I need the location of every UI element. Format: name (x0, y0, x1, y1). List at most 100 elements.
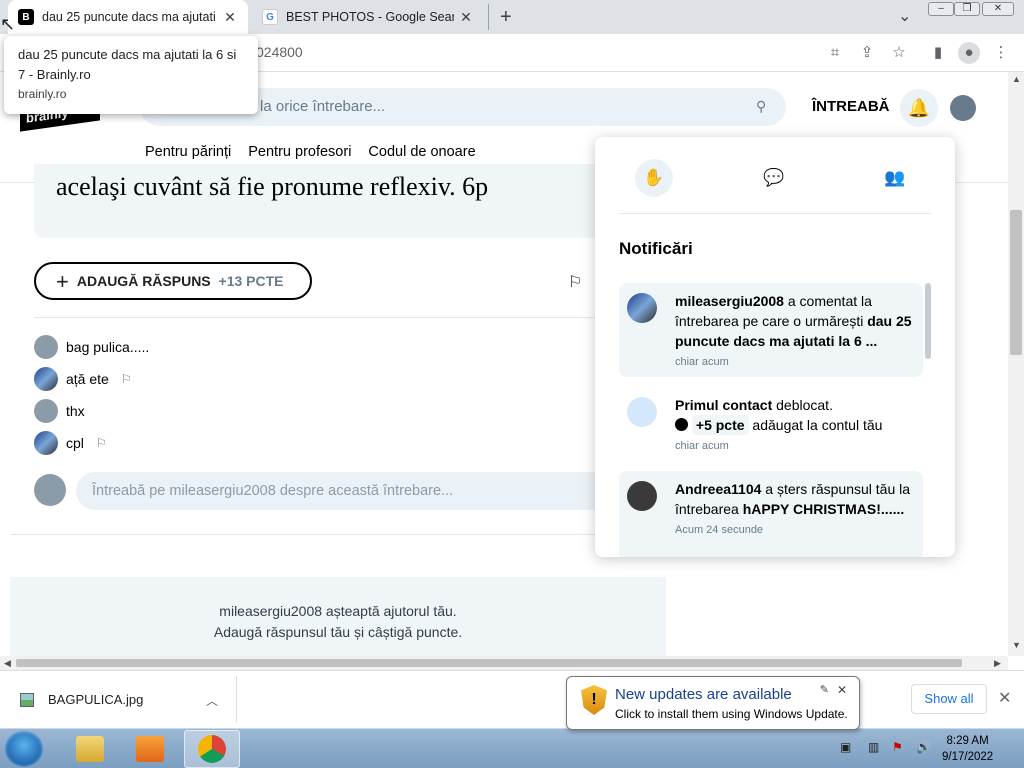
action-center-tray-icon[interactable]: ⚑ (892, 740, 903, 754)
vertical-scrollbar[interactable] (1008, 72, 1024, 656)
google-favicon-icon: G (262, 9, 278, 25)
tab-brainly[interactable]: B dau 25 puncute dacs ma ajutati la 6 si… (8, 0, 248, 34)
media-player-icon (136, 736, 164, 762)
notification-user: Primul contact (675, 397, 773, 413)
tab-friends-icon[interactable]: 👥 (876, 159, 914, 197)
volume-tray-icon[interactable]: 🔊 (916, 740, 931, 754)
report-flag-icon[interactable]: ⚐ (96, 436, 107, 450)
tab-title: dau 25 puncute dacs ma ajutati la 6 si 7… (42, 10, 218, 24)
tab-google-search[interactable]: G BEST PHOTOS - Google Search ✕ (252, 0, 484, 34)
close-tab-icon[interactable]: ✕ (458, 9, 474, 26)
notification-text: adăugat la contul tău (748, 417, 883, 433)
windows-update-tray-icon[interactable]: ▣ (840, 740, 851, 754)
image-file-icon (20, 692, 34, 707)
avatar (627, 481, 657, 511)
add-answer-button[interactable]: + ADAUGĂ RĂSPUNS +13 PCTE (34, 262, 312, 300)
tooltip-domain: brainly.ro (18, 87, 67, 101)
tab-search-icon[interactable]: ⌄ (898, 6, 911, 26)
balloon-options-icon[interactable]: ✎ (820, 683, 829, 696)
divider (236, 676, 237, 722)
chrome-taskbar-button[interactable] (184, 730, 240, 768)
windows-update-balloon[interactable]: ! New updates are available Click to ins… (566, 676, 860, 730)
vertical-scrollbar-thumb[interactable] (1010, 210, 1022, 355)
side-panel-icon[interactable]: ▮ (927, 42, 949, 64)
tab-notifications-feed-icon[interactable]: ✋ (635, 159, 673, 197)
avatar (34, 399, 58, 423)
notification-question: hAPPY CHRISTMAS!...... (742, 501, 905, 517)
waiting-for-answer-box: mileasergiu2008 așteaptă ajutorul tău. A… (10, 577, 666, 656)
notification-user: mileasergiu2008 (675, 293, 784, 309)
new-tab-button[interactable]: + (500, 6, 512, 29)
clock-time: 8:29 AM (946, 735, 989, 747)
question-text: acelaşi cuvânt să fie pronume reflexiv. … (56, 172, 489, 201)
report-flag-icon[interactable]: ⚐ (121, 372, 132, 386)
notification-time: chiar acum (675, 356, 729, 368)
nav-honor-code-link[interactable]: Codul de onoare (368, 144, 475, 160)
notifications-dropdown: ✋ 💬 👥 Notificări mileasergiu2008 a comen… (595, 137, 955, 557)
nav-parents-link[interactable]: Pentru părinți (145, 144, 231, 160)
scroll-down-arrow-icon[interactable]: ▼ (1012, 640, 1021, 650)
close-window-button[interactable]: ✕ (982, 2, 1014, 16)
notification-item[interactable]: Andreea1104 a șters răspunsul tău la înt… (619, 471, 923, 557)
explorer-taskbar-button[interactable] (62, 730, 118, 768)
show-all-downloads-button[interactable]: Show all (911, 684, 987, 714)
folder-icon (76, 736, 104, 762)
sub-navigation: Pentru părinți Pentru profesori Codul de… (145, 144, 476, 160)
scroll-up-arrow-icon[interactable]: ▲ (1012, 74, 1021, 84)
report-flag-icon[interactable]: ⚐ (568, 272, 582, 292)
warning-shield-icon: ! (581, 685, 607, 715)
download-bar (0, 670, 1024, 728)
network-tray-icon[interactable]: ▥ (868, 740, 879, 754)
scroll-left-arrow-icon[interactable]: ◀ (4, 658, 11, 669)
tab-messages-icon[interactable]: 💬 (755, 159, 793, 197)
comment-item: thx (34, 399, 85, 423)
address-bar[interactable]: 024800 (256, 44, 303, 60)
avatar (627, 293, 657, 323)
bookmark-star-icon[interactable]: ☆ (888, 42, 910, 64)
comment-input[interactable]: Întreabă pe mileasergiu2008 despre aceas… (76, 472, 616, 510)
download-item[interactable]: BAGPULICA.jpg (20, 692, 143, 707)
close-balloon-icon[interactable]: ✕ (837, 683, 847, 697)
chrome-icon (198, 735, 226, 763)
ask-question-link[interactable]: ÎNTREABĂ (812, 98, 890, 115)
avatar[interactable] (950, 95, 976, 121)
points-badge: +5 pcte (691, 415, 749, 435)
nav-teachers-link[interactable]: Pentru profesori (248, 144, 351, 160)
share-icon[interactable]: ⇪ (856, 42, 878, 64)
notification-item[interactable]: mileasergiu2008 a comentat la întrebarea… (619, 283, 923, 377)
plus-icon: + (56, 269, 69, 294)
notifications-bell-icon[interactable]: 🔔 (900, 89, 938, 127)
notification-time: Acum 24 secunde (675, 524, 764, 536)
tooltip-title: dau 25 puncute dacs ma ajutati la 6 si 7… (18, 47, 237, 82)
clock-date: 9/17/2022 (942, 751, 994, 763)
notification-item[interactable]: Primul contact deblocat. +5 pcte adăugat… (619, 387, 923, 457)
start-button[interactable] (4, 730, 44, 768)
notifications-scrollbar[interactable] (925, 283, 931, 359)
balloon-subtitle: Click to install them using Windows Upda… (615, 707, 848, 721)
system-clock[interactable]: 8:29 AM 9/17/2022 (942, 733, 993, 765)
media-player-taskbar-button[interactable] (122, 730, 178, 768)
notifications-title: Notificări (619, 239, 693, 258)
scroll-right-arrow-icon[interactable]: ▶ (994, 658, 1001, 669)
first-contact-badge-icon (627, 397, 657, 427)
divider (34, 317, 614, 318)
close-download-bar-icon[interactable]: ✕ (998, 688, 1011, 708)
notification-text: deblocat. (772, 397, 833, 413)
close-tab-icon[interactable]: ✕ (222, 9, 238, 26)
divider (10, 534, 620, 535)
divider (619, 213, 931, 214)
minimize-button[interactable]: – (928, 2, 954, 16)
download-filename: BAGPULICA.jpg (48, 692, 144, 707)
comment-text: bag pulica..... (66, 339, 150, 355)
translate-icon[interactable]: ⌗ (824, 42, 846, 64)
chevron-up-icon[interactable]: ︿ (206, 692, 218, 709)
profile-icon[interactable]: ● (958, 42, 980, 64)
tab-title: BEST PHOTOS - Google Search (286, 10, 454, 24)
horizontal-scrollbar-thumb[interactable] (16, 659, 962, 667)
tab-hover-tooltip: dau 25 puncute dacs ma ajutati la 6 si 7… (4, 36, 258, 114)
maximize-button[interactable]: ❐ (954, 2, 980, 16)
menu-dots-icon[interactable]: ⋮ (990, 42, 1012, 64)
search-icon[interactable]: ⚲ (756, 98, 766, 115)
points-coin-icon (675, 418, 688, 431)
waiting-line-1: mileasergiu2008 așteaptă ajutorul tău. (219, 603, 457, 619)
